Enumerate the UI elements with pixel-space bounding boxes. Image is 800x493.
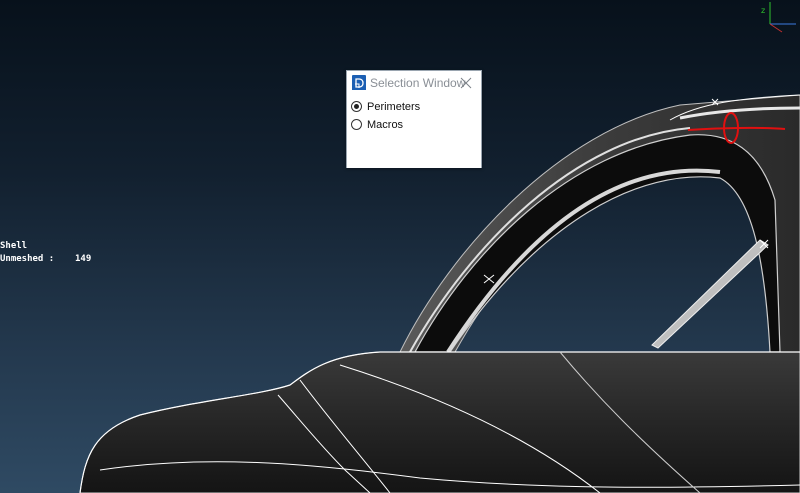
3d-viewport[interactable]: Shell Unmeshed : 149 z Selection Window — [0, 0, 800, 493]
close-icon[interactable] — [459, 75, 473, 89]
radio-option-macros[interactable]: Macros — [351, 118, 475, 134]
radio-option-perimeters[interactable]: Perimeters — [351, 100, 475, 116]
info-label-shell: Shell — [0, 241, 28, 251]
b-pillar[interactable] — [651, 239, 769, 349]
selection-window[interactable]: Selection Window Perimeters Macros — [346, 70, 482, 168]
radio-button-perimeters[interactable] — [351, 101, 362, 112]
axis-triad-icon[interactable]: z — [752, 0, 800, 36]
radio-label-macros: Macros — [367, 119, 404, 131]
axis-z-label: z — [761, 6, 765, 15]
radio-button-macros[interactable] — [351, 119, 362, 130]
dialog-titlebar[interactable]: Selection Window — [347, 71, 481, 95]
info-value-unmeshed: 149 — [75, 254, 92, 264]
app-logo-icon — [352, 75, 366, 90]
dialog-body: Perimeters Macros — [347, 96, 481, 168]
info-label-unmeshed: Unmeshed : — [0, 254, 55, 264]
dialog-title: Selection Window — [370, 76, 466, 90]
car-body-surface[interactable] — [79, 351, 800, 493]
radio-label-perimeters: Perimeters — [367, 101, 421, 113]
